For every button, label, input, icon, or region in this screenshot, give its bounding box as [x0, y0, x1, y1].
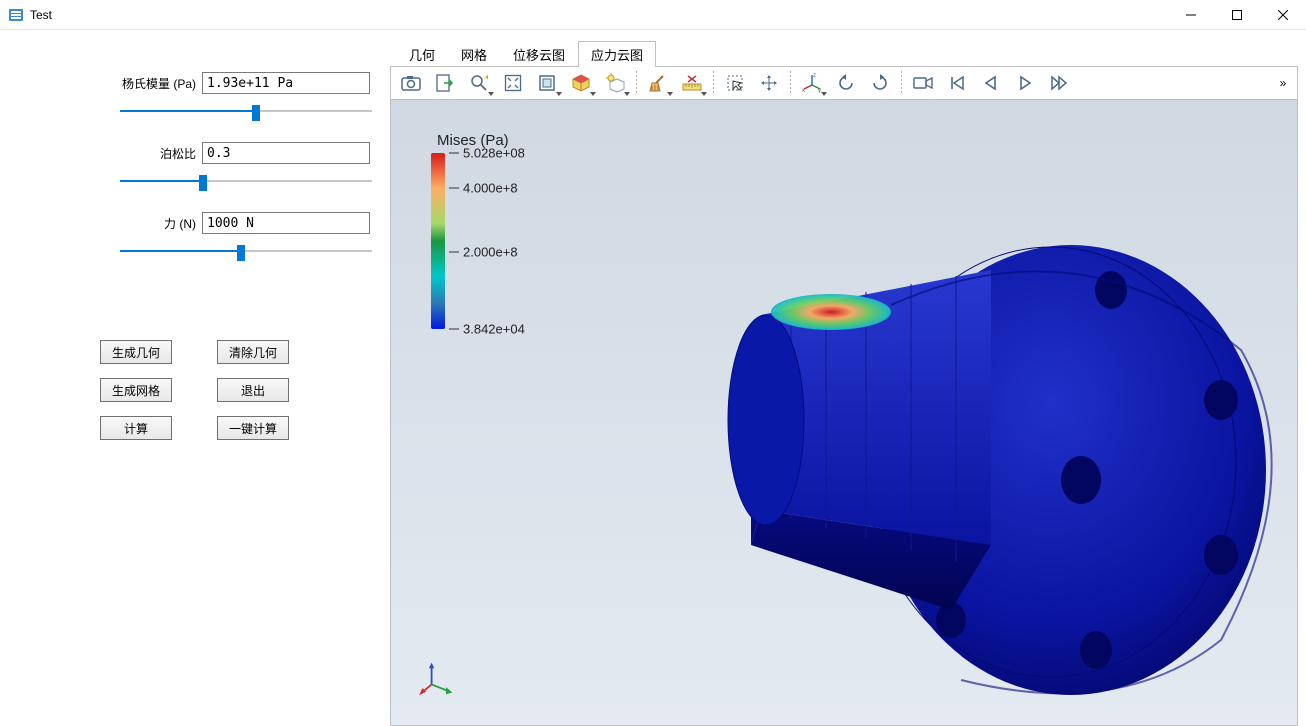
- minimize-icon: [1186, 10, 1196, 20]
- fit-icon: [504, 74, 522, 92]
- maximize-button[interactable]: [1214, 0, 1260, 30]
- play-button[interactable]: [1009, 69, 1041, 97]
- exit-button[interactable]: 退出: [217, 378, 289, 402]
- zoom-button[interactable]: ✦: [463, 69, 495, 97]
- bulb-cube-icon: [605, 73, 625, 93]
- clear-button[interactable]: [642, 69, 674, 97]
- force-input[interactable]: [202, 212, 370, 234]
- window-title: Test: [30, 8, 52, 22]
- next-frame-button[interactable]: [1043, 69, 1075, 97]
- rotate-ccw-button[interactable]: [830, 69, 862, 97]
- magnifier-icon: ✦: [470, 74, 488, 92]
- legend-tick: 3.842e+04: [449, 322, 525, 337]
- legend-tick: 4.000e+8: [449, 181, 518, 196]
- video-icon: [913, 75, 933, 91]
- poisson-ratio-label: 泊松比: [160, 145, 196, 162]
- pan-icon: [760, 74, 778, 92]
- measure-button[interactable]: [676, 69, 708, 97]
- title-bar: Test: [0, 0, 1306, 30]
- axes-icon: zyx: [802, 73, 822, 93]
- close-button[interactable]: [1260, 0, 1306, 30]
- rotate-cw-button[interactable]: [864, 69, 896, 97]
- cube-color-icon: [571, 73, 591, 93]
- pan-button[interactable]: [753, 69, 785, 97]
- tab-stress[interactable]: 应力云图: [578, 41, 656, 67]
- parameters-panel: 杨氏模量 (Pa) 泊松比 力 (N) 生成几何 清除几何: [0, 42, 390, 726]
- rotate-ccw-icon: [836, 73, 856, 93]
- tab-mesh[interactable]: 网格: [448, 41, 500, 67]
- first-frame-button[interactable]: [941, 69, 973, 97]
- box-select-button[interactable]: [531, 69, 563, 97]
- next-icon: [1050, 75, 1068, 91]
- one-click-compute-button[interactable]: 一键计算: [217, 416, 289, 440]
- svg-text:✦: ✦: [484, 74, 488, 82]
- box-icon: [538, 74, 556, 92]
- svg-text:z: z: [813, 73, 816, 79]
- app-icon: [8, 7, 24, 23]
- axes-button[interactable]: zyx: [796, 69, 828, 97]
- force-label: 力 (N): [164, 215, 196, 232]
- maximize-icon: [1232, 10, 1242, 20]
- animation-camera-button[interactable]: [907, 69, 939, 97]
- screenshot-button[interactable]: [395, 69, 427, 97]
- poisson-ratio-input[interactable]: [202, 142, 370, 164]
- generate-geometry-button[interactable]: 生成几何: [100, 340, 172, 364]
- pick-button[interactable]: [719, 69, 751, 97]
- legend-colorbar: [431, 153, 445, 329]
- close-icon: [1278, 10, 1288, 20]
- youngs-modulus-slider[interactable]: [120, 102, 372, 120]
- youngs-modulus-input[interactable]: [202, 72, 370, 94]
- tab-displacement[interactable]: 位移云图: [500, 41, 578, 67]
- toolbar-overflow-button[interactable]: »: [1273, 76, 1293, 90]
- broom-icon: [649, 74, 667, 92]
- clear-geometry-button[interactable]: 清除几何: [217, 340, 289, 364]
- poisson-ratio-slider[interactable]: [120, 172, 372, 190]
- svg-text:x: x: [802, 88, 805, 93]
- pick-icon: [726, 74, 744, 92]
- youngs-modulus-label: 杨氏模量 (Pa): [122, 75, 196, 92]
- export-icon: [436, 74, 454, 92]
- ruler-icon: [682, 74, 702, 92]
- compute-button[interactable]: 计算: [100, 416, 172, 440]
- color-legend: Mises (Pa) 5.028e+084.000e+82.000e+83.84…: [431, 132, 529, 329]
- model-render: [521, 140, 1298, 700]
- prev-icon: [983, 75, 999, 91]
- force-slider[interactable]: [120, 242, 372, 260]
- rotate-cw-icon: [870, 73, 890, 93]
- minimize-button[interactable]: [1168, 0, 1214, 30]
- orientation-triad-icon: [419, 661, 455, 697]
- camera-icon: [401, 75, 421, 91]
- tab-geometry[interactable]: 几何: [396, 41, 448, 67]
- first-icon: [949, 75, 965, 91]
- fit-view-button[interactable]: [497, 69, 529, 97]
- render-viewport[interactable]: Mises (Pa) 5.028e+084.000e+82.000e+83.84…: [390, 100, 1298, 726]
- view-cube-button[interactable]: [565, 69, 597, 97]
- viewer-toolbar: ✦ zyx »: [390, 66, 1298, 100]
- legend-tick: 5.028e+08: [449, 146, 525, 161]
- play-icon: [1017, 75, 1033, 91]
- light-button[interactable]: [599, 69, 631, 97]
- legend-tick: 2.000e+8: [449, 244, 518, 259]
- export-button[interactable]: [429, 69, 461, 97]
- tab-bar: 几何 网格 位移云图 应力云图: [396, 42, 1298, 66]
- prev-frame-button[interactable]: [975, 69, 1007, 97]
- generate-mesh-button[interactable]: 生成网格: [100, 378, 172, 402]
